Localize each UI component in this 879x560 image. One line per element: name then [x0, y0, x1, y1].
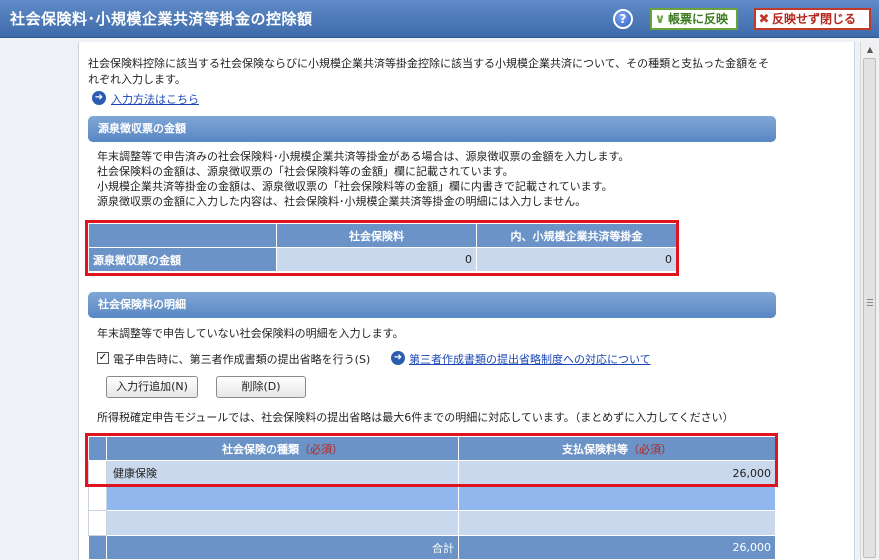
vertical-scrollbar[interactable]: ▲ — [860, 42, 878, 560]
withholding-desc-4: 源泉徴収票の金額に入力した内容は、社会保険料･小規模企業共済等掛金の明細には入力… — [97, 195, 587, 208]
withholding-desc-2: 社会保険料の金額は、源泉徴収票の「社会保険料等の金額」欄に記載されています。 — [97, 165, 514, 178]
total-row: 合計 26,000 — [88, 535, 776, 560]
details-note: 所得税確定申告モジュールでは、社会保険料の提出省略は最大6件までの明細に対応して… — [97, 411, 734, 424]
details-section-header: 社会保険料の明細 — [88, 292, 776, 318]
window-title: 社会保険料･小規模企業共済等掛金の控除額 — [10, 10, 313, 28]
payment-amount-cell[interactable] — [458, 485, 776, 511]
help-icon[interactable]: ? — [613, 9, 633, 29]
highlight-box — [85, 433, 778, 487]
title-bar: 社会保険料･小規模企業共済等掛金の控除額 ? ∨ 帳票に反映 ✖ 反映せず閉じる — [0, 0, 879, 38]
total-label: 合計 — [106, 535, 459, 560]
checkbox-label: 電子申告時に、第三者作成書類の提出省略を行う(S) — [113, 353, 371, 366]
grip-icon — [867, 299, 873, 307]
total-value: 26,000 — [458, 535, 776, 560]
row-selector[interactable] — [88, 510, 107, 536]
table-row[interactable] — [88, 510, 776, 536]
insurance-type-cell[interactable] — [106, 485, 459, 511]
omit-third-party-docs-checkbox[interactable]: ✓ — [97, 352, 109, 364]
apply-button-label: 帳票に反映 — [668, 12, 729, 26]
row-selector[interactable] — [88, 485, 107, 511]
close-icon: ✖ — [758, 12, 770, 27]
total-corner — [88, 535, 107, 560]
chevron-down-icon: ∨ — [654, 12, 666, 27]
highlight-box — [85, 220, 679, 276]
table-row[interactable] — [88, 485, 776, 511]
insurance-type-cell[interactable] — [106, 510, 459, 536]
delete-button[interactable]: 削除(D) — [216, 376, 306, 398]
apply-to-form-button[interactable]: ∨ 帳票に反映 — [650, 8, 738, 30]
intro-text: 社会保険料控除に該当する社会保険ならびに小規模企業共済等掛金控除に該当する小規模… — [88, 57, 770, 86]
add-row-button[interactable]: 入力行追加(N) — [106, 376, 198, 398]
withholding-desc-3: 小規模企業共済等掛金の金額は、源泉徴収票の「社会保険料等の金額」欄に内書きで記載… — [97, 180, 613, 193]
close-button-label: 反映せず閉じる — [772, 12, 857, 26]
input-method-link[interactable]: 入力方法はこちら — [111, 91, 199, 107]
scroll-up-arrow-icon[interactable]: ▲ — [861, 42, 879, 58]
third-party-docs-link[interactable]: 第三者作成書類の提出省略制度への対応について — [409, 351, 651, 367]
payment-amount-cell[interactable] — [458, 510, 776, 536]
withholding-section-header: 源泉徴収票の金額 — [88, 116, 776, 142]
details-desc: 年末調整等で申告していない社会保険料の明細を入力します。 — [97, 327, 404, 340]
withholding-desc-1: 年末調整等で申告済みの社会保険料･小規模企業共済等掛金がある場合は、源泉徴収票の… — [97, 150, 630, 163]
scroll-thumb[interactable] — [863, 58, 876, 558]
arrow-right-icon: ➜ — [92, 91, 106, 105]
arrow-right-icon: ➜ — [391, 351, 405, 365]
close-without-apply-button[interactable]: ✖ 反映せず閉じる — [754, 8, 871, 30]
